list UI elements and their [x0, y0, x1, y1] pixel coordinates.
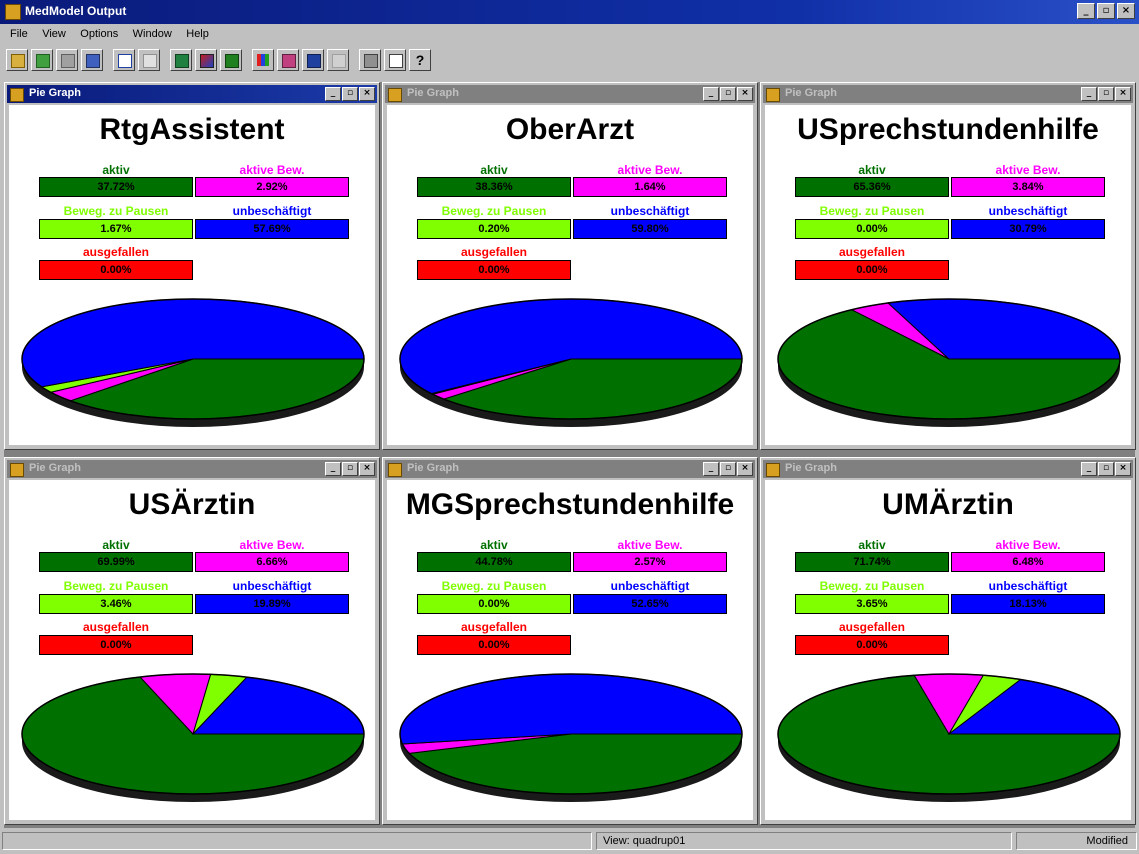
open-model-icon[interactable] [31, 49, 53, 71]
status-message [2, 832, 592, 850]
maximize-icon[interactable]: ▫ [342, 462, 358, 476]
child-window-controls: _ ▫ × [325, 462, 375, 476]
graph-content: USÄrztin aktiv aktive Bew. 69.99% 6.66% Beweg… [9, 480, 375, 820]
close-icon[interactable]: × [1115, 87, 1131, 101]
graph-icon[interactable] [220, 49, 242, 71]
maximize-icon[interactable]: ▫ [1098, 462, 1114, 476]
menu-view[interactable]: View [42, 28, 66, 40]
minimize-icon[interactable]: _ [325, 87, 341, 101]
export-icon[interactable] [81, 49, 103, 71]
graph-content: MGSprechstundenhilfe aktiv aktive Bew. 44.7… [387, 480, 753, 820]
minimize-icon[interactable]: _ [703, 462, 719, 476]
toolbar: ? [6, 46, 431, 74]
plot-icon[interactable] [195, 49, 217, 71]
pie-chart [399, 298, 743, 427]
pie-graph-window[interactable]: Pie Graph _ ▫ × MGSprechstundenhilfe aktiv akt… [382, 457, 758, 825]
child-window-controls: _ ▫ × [703, 87, 753, 101]
close-icon[interactable]: × [737, 87, 753, 101]
pie-slice-unbesch [399, 673, 743, 745]
maximize-icon[interactable]: ▫ [720, 87, 736, 101]
close-icon[interactable]: × [359, 87, 375, 101]
pie-graph-window[interactable]: Pie Graph _ ▫ × USprechstundenhilfe aktiv akti… [760, 82, 1136, 450]
child-window-title: Pie Graph [785, 87, 837, 99]
child-title-bar[interactable]: Pie Graph _ ▫ × [7, 460, 377, 478]
child-title-bar[interactable]: Pie Graph _ ▫ × [763, 460, 1133, 478]
menu-help[interactable]: Help [186, 28, 209, 40]
menu-window[interactable]: Window [133, 28, 172, 40]
child-title-bar[interactable]: Pie Graph _ ▫ × [385, 460, 755, 478]
child-window-title: Pie Graph [407, 462, 459, 474]
histogram-icon[interactable] [252, 49, 274, 71]
graph-window-icon [10, 88, 24, 102]
app-title: MedModel Output [25, 4, 127, 18]
pie-chart [399, 673, 743, 802]
disabled-icon [327, 49, 349, 71]
help-button[interactable]: ? [409, 49, 431, 71]
graph-window-icon [388, 463, 402, 477]
pie-chart [21, 673, 365, 802]
close-icon[interactable]: × [359, 462, 375, 476]
pie-chart [21, 298, 365, 427]
status-mode: Modified [1016, 832, 1137, 850]
mdi-workspace: Pie Graph _ ▫ × RtgAssistent aktiv aktive Bew.… [4, 82, 1136, 828]
maximize-icon[interactable]: ▫ [720, 462, 736, 476]
menu-options[interactable]: Options [80, 28, 118, 40]
graph-window-icon [766, 463, 780, 477]
graph-content: OberArzt aktiv aktive Bew. 38.36% 1.64% Beweg… [387, 105, 753, 445]
minimize-icon[interactable]: _ [1081, 87, 1097, 101]
menu-file[interactable]: File [10, 28, 28, 40]
minimize-icon[interactable]: _ [1081, 462, 1097, 476]
maximize-icon[interactable]: ▫ [342, 87, 358, 101]
app-icon [5, 4, 21, 20]
pie-chart [777, 298, 1121, 427]
child-window-title: Pie Graph [29, 462, 81, 474]
child-window-title: Pie Graph [407, 87, 459, 99]
status-view: View: quadrup01 [596, 832, 1012, 850]
pie-graph-window[interactable]: Pie Graph _ ▫ × USÄrztin aktiv aktive Bew. 69.9… [4, 457, 380, 825]
child-window-title: Pie Graph [785, 462, 837, 474]
menu-bar: File View Options Window Help [0, 24, 1139, 44]
graph-window-icon [10, 463, 24, 477]
chart-icon[interactable] [170, 49, 192, 71]
child-title-bar[interactable]: Pie Graph _ ▫ × [7, 85, 377, 103]
graph-window-icon [388, 88, 402, 102]
pie-graph-window[interactable]: Pie Graph _ ▫ × RtgAssistent aktiv aktive Bew.… [4, 82, 380, 450]
print-icon[interactable] [359, 49, 381, 71]
maximize-icon[interactable]: ▫ [1097, 3, 1115, 19]
child-window-controls: _ ▫ × [1081, 87, 1131, 101]
child-window-controls: _ ▫ × [1081, 462, 1131, 476]
open-icon[interactable] [6, 49, 28, 71]
graph-content: RtgAssistent aktiv aktive Bew. 37.72% 2.92% B… [9, 105, 375, 445]
pie-graph-window[interactable]: Pie Graph _ ▫ × UMÄrztin aktiv aktive Bew. 71.7… [760, 457, 1136, 825]
graph-content: UMÄrztin aktiv aktive Bew. 71.74% 6.48% Beweg… [765, 480, 1131, 820]
status-bar: View: quadrup01 Modified [0, 830, 1139, 854]
minimize-icon[interactable]: _ [1077, 3, 1095, 19]
app-title-bar[interactable]: MedModel Output _ ▫ × [0, 0, 1139, 24]
statistics-icon[interactable] [302, 49, 324, 71]
maximize-icon[interactable]: ▫ [1098, 87, 1114, 101]
minimize-icon[interactable]: _ [703, 87, 719, 101]
child-window-controls: _ ▫ × [703, 462, 753, 476]
child-window-title: Pie Graph [29, 87, 81, 99]
pie-graph-window[interactable]: Pie Graph _ ▫ × OberArzt aktiv aktive Bew. 38.3… [382, 82, 758, 450]
report-icon[interactable] [113, 49, 135, 71]
blank-report-icon[interactable] [138, 49, 160, 71]
window-controls: _ ▫ × [1077, 3, 1135, 19]
close-icon[interactable]: × [1117, 3, 1135, 19]
edit-graph-icon[interactable] [277, 49, 299, 71]
minimize-icon[interactable]: _ [325, 462, 341, 476]
save-icon[interactable] [56, 49, 78, 71]
close-icon[interactable]: × [1115, 462, 1131, 476]
graph-content: USprechstundenhilfe aktiv aktive Bew. 65.36… [765, 105, 1131, 445]
print-preview-icon[interactable] [384, 49, 406, 71]
child-title-bar[interactable]: Pie Graph _ ▫ × [385, 85, 755, 103]
graph-window-icon [766, 88, 780, 102]
pie-chart [777, 673, 1121, 802]
close-icon[interactable]: × [737, 462, 753, 476]
child-window-controls: _ ▫ × [325, 87, 375, 101]
child-title-bar[interactable]: Pie Graph _ ▫ × [763, 85, 1133, 103]
